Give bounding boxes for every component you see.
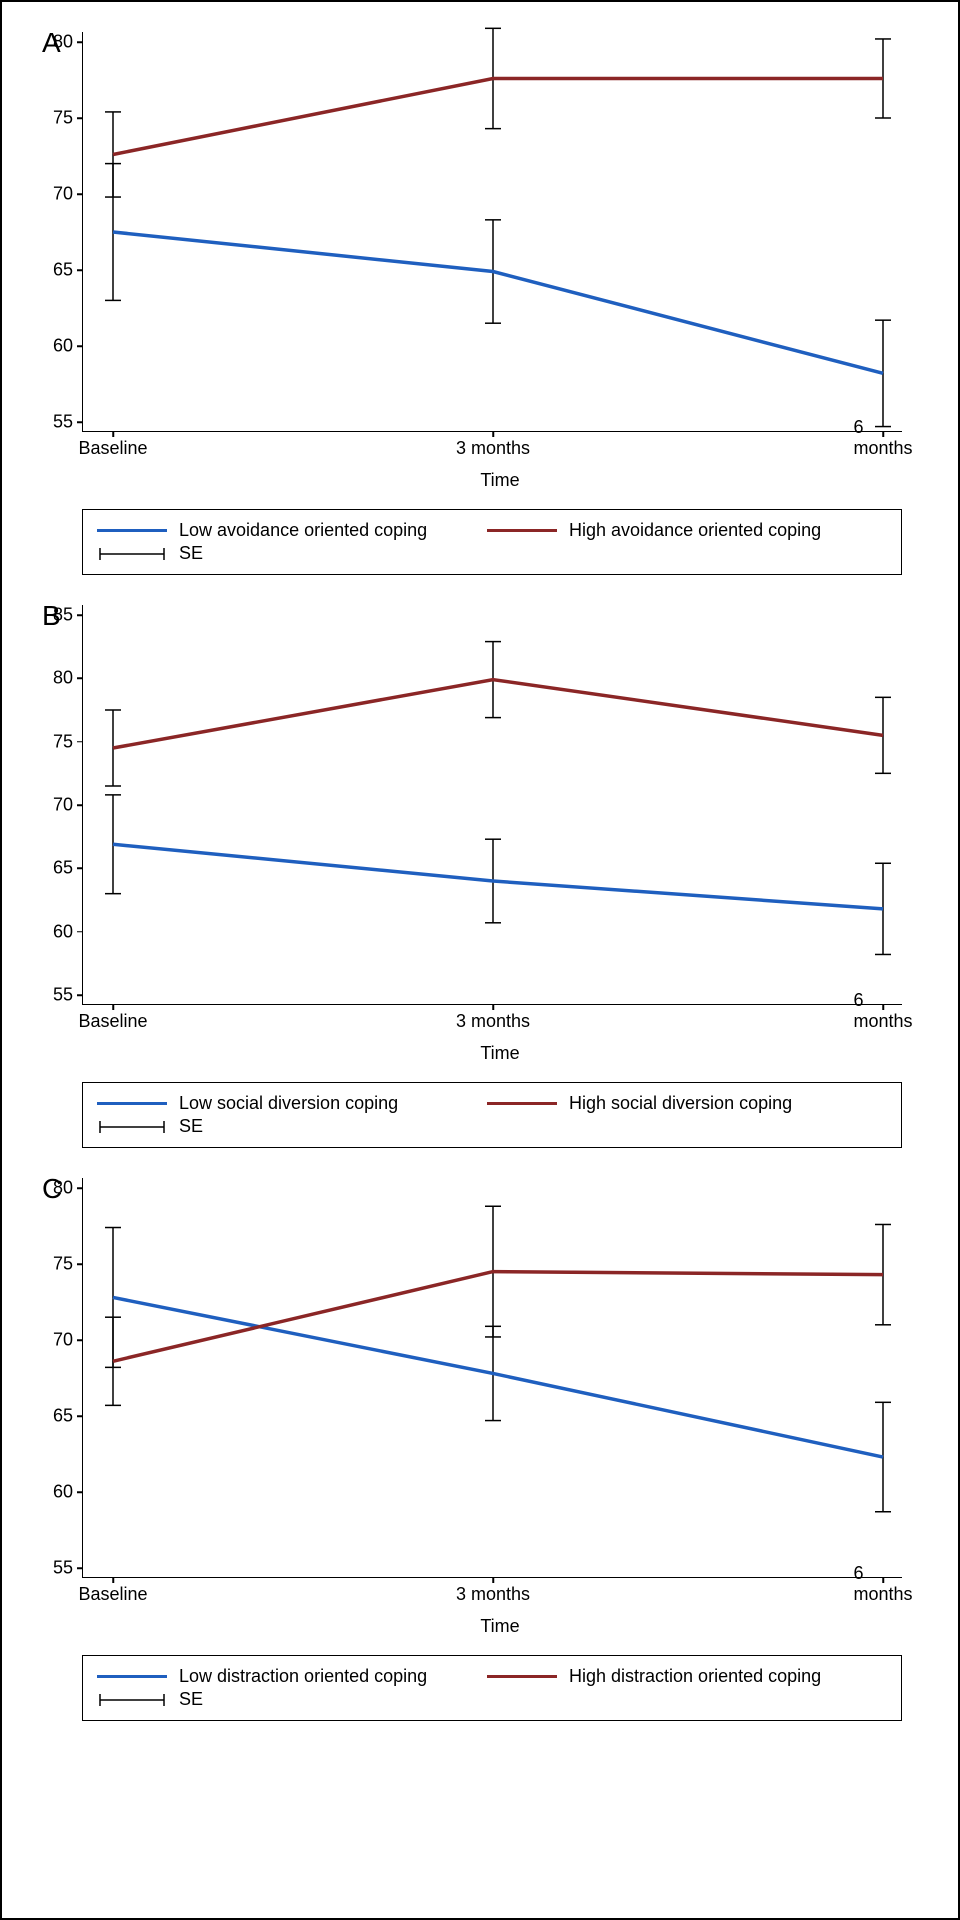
x-tick: Baseline — [78, 1011, 147, 1032]
y-tick: 75 — [33, 731, 73, 752]
y-tick: 65 — [33, 1406, 73, 1427]
legend-line-blue — [97, 529, 167, 532]
y-tick: 65 — [33, 858, 73, 879]
panel-b-legend-high: High social diversion coping — [487, 1093, 837, 1114]
panel-b-plot: 55606570758085Baseline3 months6 months — [82, 605, 902, 1005]
panel-c-xlabel: Time — [82, 1616, 918, 1637]
legend-line-red — [487, 1675, 557, 1678]
y-tick: 55 — [33, 1558, 73, 1579]
y-tick: 60 — [33, 336, 73, 357]
y-tick: 60 — [33, 921, 73, 942]
series-line — [113, 78, 883, 154]
panel-a-legend-se: SE — [97, 543, 447, 564]
x-tick: Baseline — [78, 438, 147, 459]
x-tick: 6 months — [853, 990, 912, 1032]
y-tick: 75 — [33, 108, 73, 129]
panel-b-lines — [83, 605, 902, 1004]
series-line — [113, 844, 883, 909]
panel-a: A 556065707580Baseline3 months6 months T… — [42, 32, 918, 575]
x-tick: Baseline — [78, 1584, 147, 1605]
panel-a-lines — [83, 32, 902, 431]
panel-a-legend-high: High avoidance oriented coping — [487, 520, 837, 541]
series-line — [113, 680, 883, 748]
panel-a-xlabel: Time — [82, 470, 918, 491]
se-icon — [97, 1691, 167, 1709]
x-tick: 3 months — [456, 438, 530, 459]
y-tick: 70 — [33, 184, 73, 205]
y-tick: 55 — [33, 985, 73, 1006]
panel-a-plot: 556065707580Baseline3 months6 months — [82, 32, 902, 432]
x-tick: 3 months — [456, 1011, 530, 1032]
y-tick: 80 — [33, 32, 73, 53]
panel-c-legend: Low distraction oriented coping High dis… — [82, 1655, 902, 1721]
legend-line-blue — [97, 1675, 167, 1678]
y-tick: 60 — [33, 1482, 73, 1503]
x-tick: 3 months — [456, 1584, 530, 1605]
panel-c-lines — [83, 1178, 902, 1577]
panel-a-legend-low: Low avoidance oriented coping — [97, 520, 447, 541]
panel-c-legend-high: High distraction oriented coping — [487, 1666, 837, 1687]
panel-b-xlabel: Time — [82, 1043, 918, 1064]
y-tick: 65 — [33, 260, 73, 281]
figure-container: A 556065707580Baseline3 months6 months T… — [0, 0, 960, 1920]
y-tick: 80 — [33, 668, 73, 689]
y-tick: 75 — [33, 1254, 73, 1275]
panel-b-legend-se: SE — [97, 1116, 447, 1137]
legend-line-blue — [97, 1102, 167, 1105]
panel-c: C 556065707580Baseline3 months6 months T… — [42, 1178, 918, 1721]
y-tick: 55 — [33, 412, 73, 433]
legend-line-red — [487, 529, 557, 532]
panel-c-legend-low: Low distraction oriented coping — [97, 1666, 447, 1687]
panel-b-legend-low: Low social diversion coping — [97, 1093, 447, 1114]
x-tick: 6 months — [853, 417, 912, 459]
y-tick: 80 — [33, 1178, 73, 1199]
panel-a-legend: Low avoidance oriented coping High avoid… — [82, 509, 902, 575]
x-tick: 6 months — [853, 1563, 912, 1605]
y-tick: 70 — [33, 795, 73, 816]
panel-c-legend-se: SE — [97, 1689, 447, 1710]
series-line — [113, 1297, 883, 1457]
y-tick: 85 — [33, 605, 73, 626]
series-line — [113, 1272, 883, 1362]
y-tick: 70 — [33, 1330, 73, 1351]
se-icon — [97, 545, 167, 563]
panel-b: B 55606570758085Baseline3 months6 months… — [42, 605, 918, 1148]
series-line — [113, 232, 883, 373]
legend-line-red — [487, 1102, 557, 1105]
se-icon — [97, 1118, 167, 1136]
panel-c-plot: 556065707580Baseline3 months6 months — [82, 1178, 902, 1578]
panel-b-legend: Low social diversion coping High social … — [82, 1082, 902, 1148]
